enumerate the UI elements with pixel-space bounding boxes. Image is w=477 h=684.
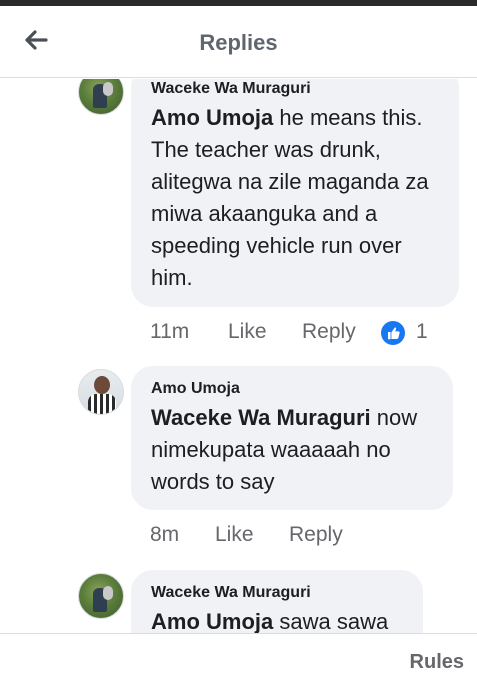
avatar[interactable] (78, 369, 124, 415)
comment-bubble[interactable]: Waceke Wa Muraguri Amo Umoja sawa sawa (131, 570, 423, 633)
footer: Rules (0, 633, 477, 684)
reply-button[interactable]: Reply (289, 523, 343, 547)
replies-list[interactable]: Waceke Wa Muraguri Amo Umoja he means th… (0, 79, 477, 633)
header: Replies (0, 6, 477, 78)
comment-text: Waceke Wa Muraguri now nimekupata waaaaa… (151, 402, 433, 498)
mention-link[interactable]: Amo Umoja (151, 609, 273, 633)
comment-author[interactable]: Waceke Wa Muraguri (151, 80, 439, 98)
comment-text: Amo Umoja he means this. The teacher was… (151, 102, 439, 294)
avatar[interactable] (78, 573, 124, 619)
mention-link[interactable]: Amo Umoja (151, 105, 273, 130)
comment-text: Amo Umoja sawa sawa (151, 606, 403, 633)
rules-link[interactable]: Rules (410, 651, 464, 674)
comment-time: 11m (150, 320, 190, 343)
comment-body: he means this. The teacher was drunk, al… (151, 105, 429, 290)
reply-button[interactable]: Reply (302, 320, 356, 344)
thumbs-up-icon[interactable] (381, 321, 405, 345)
reaction-count[interactable]: 1 (416, 320, 428, 344)
page-title: Replies (199, 30, 278, 55)
comment-author[interactable]: Amo Umoja (151, 380, 433, 398)
comment-bubble[interactable]: Amo Umoja Waceke Wa Muraguri now nimekup… (131, 366, 453, 510)
comment-author[interactable]: Waceke Wa Muraguri (151, 584, 403, 602)
comment-body: sawa sawa (273, 609, 389, 633)
like-button[interactable]: Like (215, 523, 254, 547)
mention-link[interactable]: Waceke Wa Muraguri (151, 405, 371, 430)
avatar[interactable] (78, 79, 124, 115)
comment-time: 8m (150, 523, 180, 546)
comment-actions: 8m (150, 523, 179, 547)
comment-actions: 11m (150, 320, 189, 344)
like-button[interactable]: Like (228, 320, 267, 344)
comment-bubble[interactable]: Waceke Wa Muraguri Amo Umoja he means th… (131, 79, 459, 307)
